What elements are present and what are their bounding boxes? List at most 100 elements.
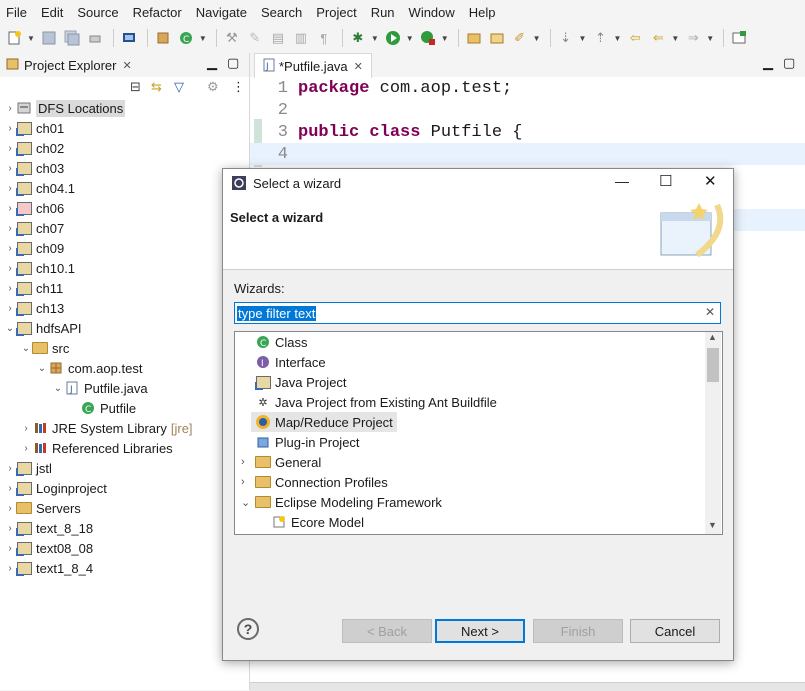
chevron-down-icon[interactable]: ▼ bbox=[671, 34, 679, 43]
chevron-right-icon[interactable]: › bbox=[4, 483, 16, 494]
tree-item-java-file[interactable]: ⌄ J Putfile.java bbox=[52, 378, 148, 398]
chevron-right-icon[interactable]: › bbox=[4, 183, 16, 194]
wizard-category-connection-profiles[interactable]: › Connection Profiles bbox=[241, 472, 388, 492]
tree-item-project[interactable]: › ch01 bbox=[4, 118, 64, 138]
tree-item-project[interactable]: › Loginproject bbox=[4, 478, 107, 498]
filter-text[interactable]: type filter text bbox=[237, 305, 317, 321]
filter-field[interactable]: type filter text ✕ bbox=[234, 302, 721, 324]
chevron-down-icon[interactable]: ⌄ bbox=[36, 363, 48, 374]
chevron-down-icon[interactable]: ⌄ bbox=[20, 343, 32, 354]
next-annotation-icon[interactable]: ⇣ bbox=[556, 28, 576, 48]
tree-item-project-expanded[interactable]: ⌄ hdfsAPI bbox=[4, 318, 82, 338]
wizard-category-emf[interactable]: ⌄ Eclipse Modeling Framework bbox=[241, 492, 442, 512]
tree-item-project[interactable]: › ch04.1 bbox=[4, 178, 75, 198]
tree-item-project[interactable]: › ch10.1 bbox=[4, 258, 75, 278]
tree-item-project[interactable]: › ch02 bbox=[4, 138, 64, 158]
chevron-down-icon[interactable]: ▼ bbox=[706, 34, 714, 43]
tree-item-project[interactable]: › jstl bbox=[4, 458, 52, 478]
tree-item-project[interactable]: › ch06 bbox=[4, 198, 64, 218]
tree-item-class[interactable]: C Putfile bbox=[68, 398, 136, 418]
menu-edit[interactable]: Edit bbox=[35, 5, 71, 20]
chevron-right-icon[interactable]: › bbox=[4, 143, 16, 154]
tree-item-src[interactable]: ⌄ src bbox=[20, 338, 70, 358]
chevron-down-icon[interactable]: ▼ bbox=[199, 34, 207, 43]
code-line[interactable]: 1 package com.aop.test; bbox=[250, 77, 512, 99]
chevron-right-icon[interactable]: › bbox=[4, 103, 16, 114]
chevron-right-icon[interactable]: › bbox=[4, 283, 16, 294]
chevron-right-icon[interactable]: › bbox=[4, 203, 16, 214]
prev-annotation-icon[interactable]: ⇡ bbox=[590, 28, 610, 48]
tree-item-project[interactable]: › text_8_18 bbox=[4, 518, 93, 538]
chevron-down-icon[interactable]: ⌄ bbox=[4, 323, 16, 334]
code-line[interactable]: 3 public class Putfile { bbox=[250, 121, 523, 143]
chevron-right-icon[interactable]: › bbox=[4, 243, 16, 254]
scroll-up-icon[interactable]: ▲ bbox=[708, 332, 717, 342]
menu-source[interactable]: Source bbox=[71, 5, 126, 20]
tab-putfile-java[interactable]: J *Putfile.java ✕ bbox=[254, 53, 372, 78]
menu-help[interactable]: Help bbox=[463, 5, 504, 20]
tree-item-dfs-locations[interactable]: › DFS Locations bbox=[4, 98, 126, 118]
chevron-right-icon[interactable]: › bbox=[4, 223, 16, 234]
close-icon[interactable]: ✕ bbox=[354, 60, 363, 73]
close-icon[interactable]: ✕ bbox=[704, 172, 717, 190]
chevron-down-icon[interactable]: ▼ bbox=[27, 34, 35, 43]
minimize-icon[interactable]: ▁ bbox=[207, 55, 217, 71]
chevron-right-icon[interactable]: › bbox=[4, 503, 16, 514]
wizard-category-general[interactable]: › General bbox=[241, 452, 321, 472]
wizard-item-java-project[interactable]: Java Project bbox=[254, 372, 347, 392]
more-icon[interactable]: ⋮ bbox=[232, 79, 245, 95]
wizard-item-plugin-project[interactable]: Plug-in Project bbox=[255, 432, 360, 452]
wizard-item-interface[interactable]: I Interface bbox=[255, 352, 326, 372]
new-icon[interactable] bbox=[4, 28, 24, 48]
wizard-item-ecore-model[interactable]: Ecore Model bbox=[271, 512, 364, 532]
code-line[interactable]: 4 bbox=[250, 143, 805, 165]
save-icon[interactable] bbox=[39, 28, 59, 48]
chevron-down-icon[interactable]: ▼ bbox=[533, 34, 541, 43]
menu-search[interactable]: Search bbox=[255, 5, 310, 20]
chevron-down-icon[interactable]: ▼ bbox=[406, 34, 414, 43]
forward-icon[interactable]: ⇒ bbox=[683, 28, 703, 48]
chevron-down-icon[interactable]: ▼ bbox=[579, 34, 587, 43]
open-type-icon[interactable] bbox=[464, 28, 484, 48]
scrollbar-thumb[interactable] bbox=[707, 348, 719, 382]
print-icon[interactable] bbox=[85, 28, 105, 48]
tree-item-ref-libs[interactable]: › Referenced Libraries bbox=[20, 438, 172, 458]
list-icon[interactable]: ▥ bbox=[291, 28, 311, 48]
chevron-right-icon[interactable]: › bbox=[4, 123, 16, 134]
chevron-down-icon[interactable]: ⌄ bbox=[52, 383, 64, 394]
last-edit-icon[interactable]: ⇦ bbox=[625, 28, 645, 48]
chevron-down-icon[interactable]: ▼ bbox=[441, 34, 449, 43]
menu-project[interactable]: Project bbox=[310, 5, 364, 20]
doc-icon[interactable]: ▤ bbox=[268, 28, 288, 48]
chevron-right-icon[interactable]: › bbox=[4, 163, 16, 174]
wizard-item-class[interactable]: C Class bbox=[255, 332, 308, 352]
debug-icon[interactable]: ✱ bbox=[348, 28, 368, 48]
save-all-icon[interactable] bbox=[62, 28, 82, 48]
tree-item-project[interactable]: › ch11 bbox=[4, 278, 63, 298]
menu-run[interactable]: Run bbox=[365, 5, 403, 20]
maximize-icon[interactable]: ☐ bbox=[659, 172, 672, 190]
chevron-right-icon[interactable]: › bbox=[4, 463, 16, 474]
tree-item-project[interactable]: › ch09 bbox=[4, 238, 64, 258]
tree-item-project[interactable]: › text08_08 bbox=[4, 538, 93, 558]
chevron-down-icon[interactable]: ▼ bbox=[371, 34, 379, 43]
minimize-icon[interactable]: — bbox=[615, 173, 629, 189]
tree-item-project[interactable]: › ch03 bbox=[4, 158, 64, 178]
chevron-right-icon[interactable]: › bbox=[4, 263, 16, 274]
chevron-right-icon[interactable]: › bbox=[4, 303, 16, 314]
next-button[interactable]: Next > bbox=[435, 619, 525, 643]
new-class-icon[interactable]: C bbox=[176, 28, 196, 48]
pen-icon[interactable]: ✎ bbox=[245, 28, 265, 48]
scroll-down-icon[interactable]: ▼ bbox=[708, 520, 717, 530]
tree-item-project[interactable]: › ch07 bbox=[4, 218, 64, 238]
wizard-tree-scrollbar[interactable]: ▲ ▼ bbox=[705, 332, 721, 534]
chevron-right-icon[interactable]: › bbox=[4, 543, 16, 554]
chevron-right-icon[interactable]: › bbox=[241, 476, 255, 488]
collapse-all-icon[interactable]: ⊟ bbox=[130, 79, 141, 95]
tree-item-project[interactable]: › ch13 bbox=[4, 298, 64, 318]
chevron-down-icon[interactable]: ▼ bbox=[613, 34, 621, 43]
chevron-right-icon[interactable]: › bbox=[4, 563, 16, 574]
link-editor-icon[interactable]: ⇆ bbox=[151, 79, 162, 95]
maximize-icon[interactable]: ▢ bbox=[227, 55, 239, 71]
chevron-down-icon[interactable]: ⌄ bbox=[241, 496, 255, 509]
